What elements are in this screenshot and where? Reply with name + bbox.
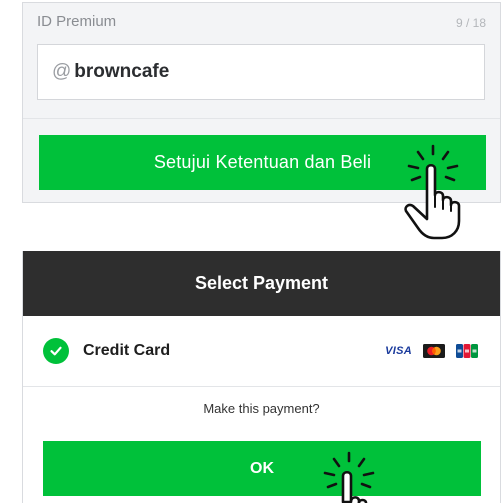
payment-method-label: Credit Card xyxy=(83,342,171,359)
premium-id-label: ID Premium xyxy=(37,13,117,30)
ok-button[interactable]: OK xyxy=(43,441,481,496)
jcb-logo xyxy=(456,344,478,358)
card-brand-logos: VISA xyxy=(385,344,478,358)
premium-id-input[interactable]: @ browncafe xyxy=(37,44,485,100)
premium-id-value: browncafe xyxy=(74,61,170,82)
tap-hand-cursor-icon xyxy=(404,144,461,240)
mastercard-logo xyxy=(423,344,445,358)
visa-logo: VISA xyxy=(385,345,412,357)
character-counter: 9 / 18 xyxy=(455,16,486,30)
select-payment-dialog: Select Payment Credit Card VISA Make thi… xyxy=(22,251,501,503)
tap-hand-cursor-icon xyxy=(323,451,375,503)
at-prefix: @ xyxy=(52,61,72,82)
payment-method-credit-card[interactable]: Credit Card VISA xyxy=(23,316,500,387)
confirm-prompt: Make this payment? xyxy=(203,401,320,416)
checkmark-icon xyxy=(43,338,69,364)
dialog-title: Select Payment xyxy=(23,251,500,316)
divider xyxy=(23,118,500,119)
